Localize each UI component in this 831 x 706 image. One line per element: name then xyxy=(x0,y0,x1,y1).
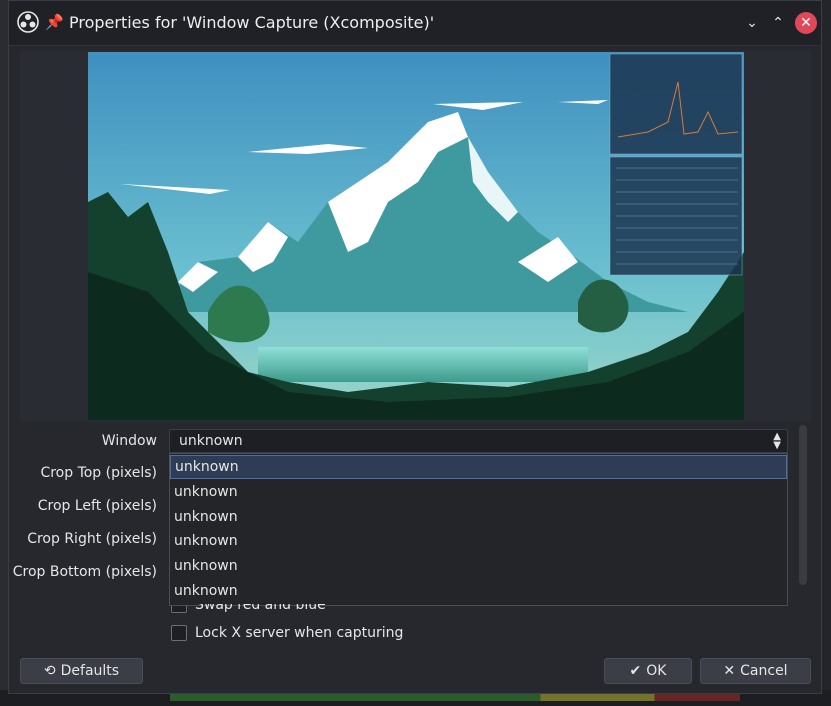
cancel-icon: ✕ xyxy=(723,663,736,679)
crop-bottom-label: Crop Bottom (pixels) xyxy=(12,564,157,580)
select-arrows-icon: ▲ ▼ xyxy=(773,431,781,451)
form-scrollbar[interactable] xyxy=(799,425,807,585)
close-icon[interactable]: ✕ xyxy=(795,12,817,34)
lock-x-server-checkbox[interactable] xyxy=(171,625,187,641)
dropdown-option[interactable]: unknown xyxy=(170,579,787,603)
lock-x-server-label: Lock X server when capturing xyxy=(195,625,404,641)
title-bar: 📌 Properties for 'Window Capture (Xcompo… xyxy=(9,1,821,46)
preview-area xyxy=(20,51,811,421)
crop-left-label: Crop Left (pixels) xyxy=(37,498,157,514)
defaults-button[interactable]: ⟲ Defaults xyxy=(20,658,143,684)
background-app-right xyxy=(821,0,831,706)
dropdown-option[interactable]: unknown xyxy=(170,455,787,479)
cancel-button[interactable]: ✕ Cancel xyxy=(700,658,811,684)
chevron-up-icon[interactable]: ⌃ xyxy=(767,12,789,34)
properties-dialog: 📌 Properties for 'Window Capture (Xcompo… xyxy=(8,0,822,694)
dropdown-option[interactable]: unknown xyxy=(170,529,787,553)
dropdown-option[interactable]: unknown xyxy=(170,480,787,504)
crop-right-label: Crop Right (pixels) xyxy=(27,531,157,547)
ok-button[interactable]: ✔ OK xyxy=(604,658,692,684)
dropdown-option[interactable]: unknown xyxy=(170,505,787,529)
obs-logo-icon xyxy=(17,11,39,33)
window-label: Window xyxy=(101,433,157,449)
cancel-label: Cancel xyxy=(740,663,788,679)
reset-icon: ⟲ xyxy=(43,663,56,679)
crop-top-label: Crop Top (pixels) xyxy=(40,465,157,481)
defaults-label: Defaults xyxy=(60,663,120,679)
window-select[interactable]: unknown ▲ ▼ xyxy=(169,429,788,453)
dropdown-option[interactable]: unknown xyxy=(170,554,787,578)
checkmark-icon: ✔ xyxy=(629,663,642,679)
window-dropdown-list: unknown unknown unknown unknown unknown … xyxy=(169,453,788,606)
chevron-down-icon[interactable]: ⌄ xyxy=(741,12,763,34)
pin-icon[interactable]: 📌 xyxy=(45,13,64,31)
window-select-value: unknown xyxy=(179,433,243,449)
audio-meter xyxy=(170,693,740,701)
capture-preview-image xyxy=(88,52,744,420)
dialog-title: Properties for 'Window Capture (Xcomposi… xyxy=(69,13,435,32)
ok-label: OK xyxy=(646,663,667,679)
